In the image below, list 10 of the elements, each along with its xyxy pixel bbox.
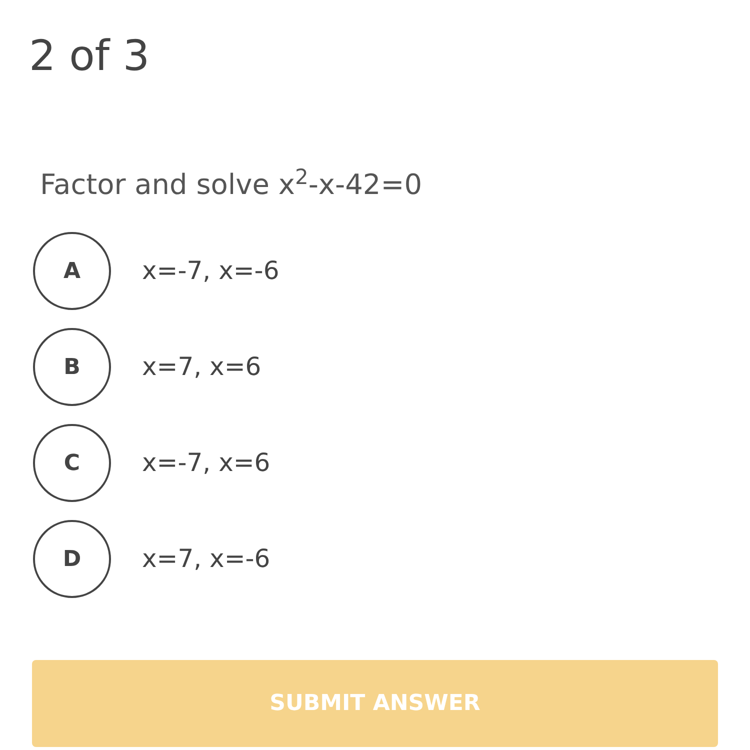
option-answer-text: x=7, x=6 <box>142 351 262 384</box>
option-letter-button[interactable]: C <box>33 424 111 502</box>
option-letter-button[interactable]: B <box>33 328 111 406</box>
question-text: Factor and solve x$^{2}$-x-42=0 <box>40 166 422 203</box>
option-answer-text: x=-7, x=6 <box>142 447 270 480</box>
question-counter-text: 2 of 3 <box>29 30 150 82</box>
option-letter-button[interactable]: A <box>33 232 111 310</box>
option-answer-text: x=-7, x=-6 <box>142 255 280 288</box>
option-answer-text: x=7, x=-6 <box>142 543 270 576</box>
option-letter-button[interactable]: D <box>33 520 111 598</box>
